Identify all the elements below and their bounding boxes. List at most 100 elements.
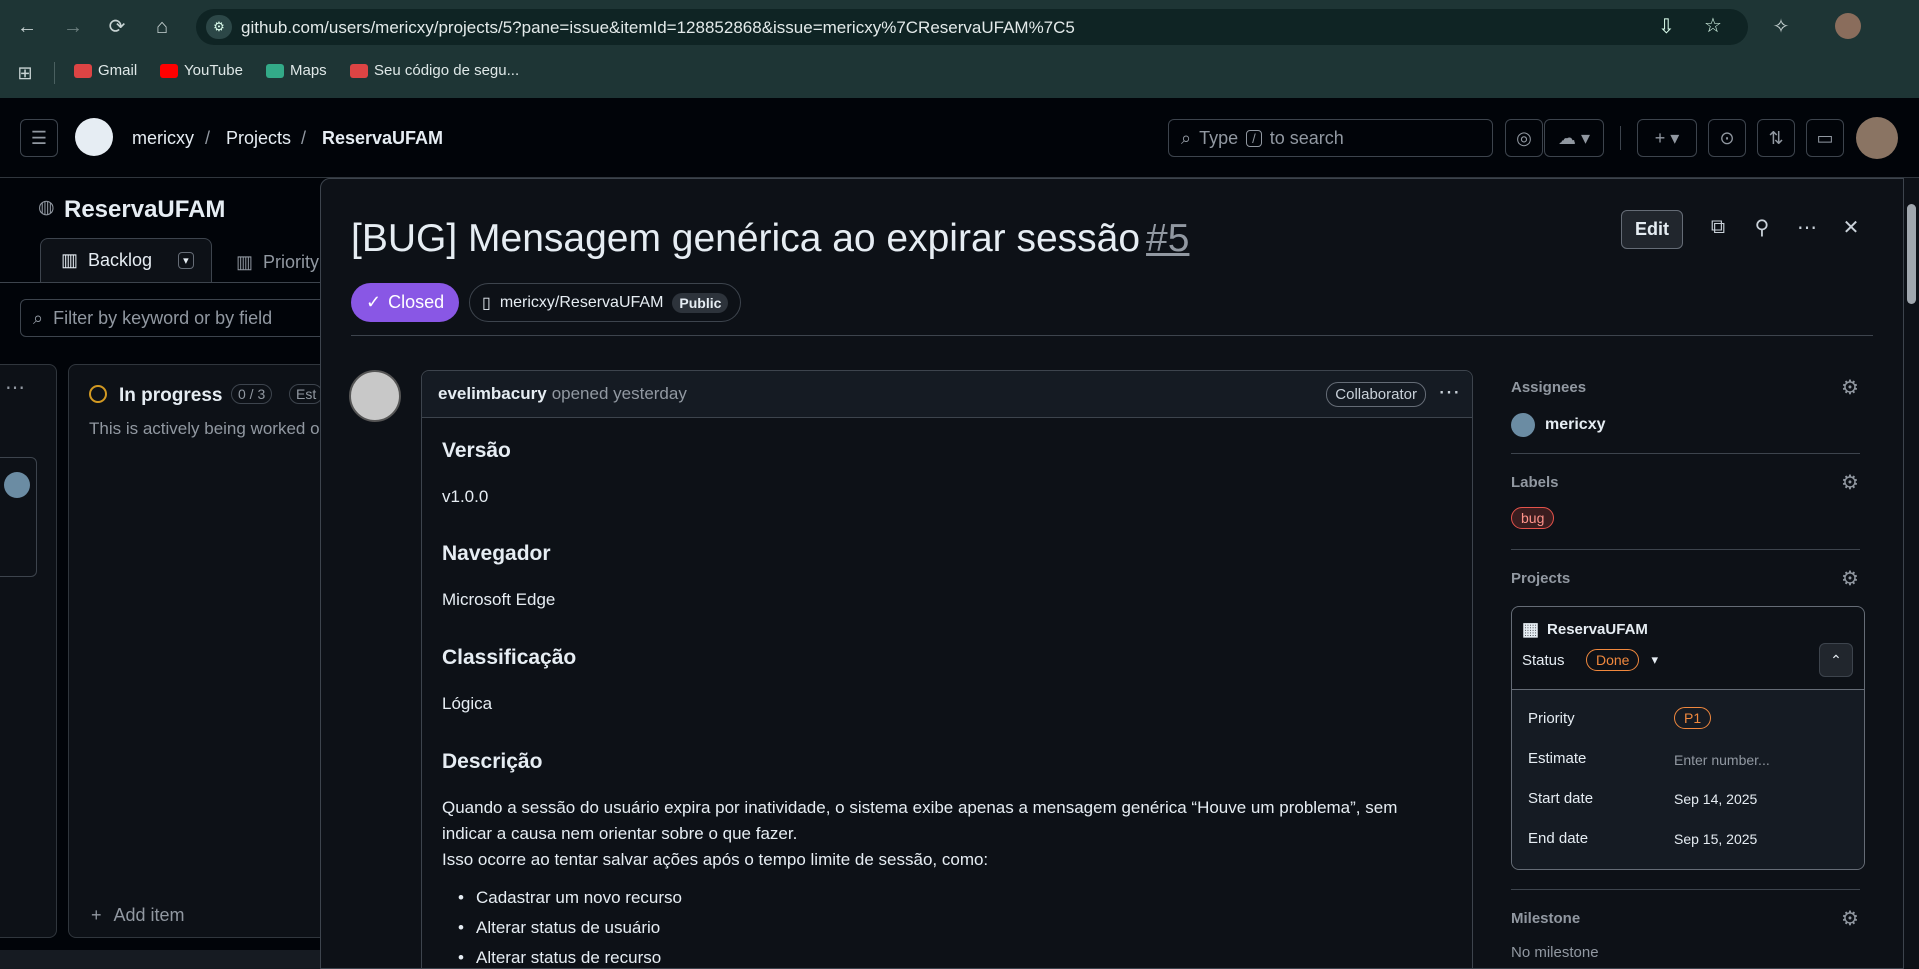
repo-link[interactable]: ▯ mericxy/ReservaUFAM Public: [469, 283, 742, 322]
field-label-start-date: Start date: [1528, 790, 1594, 807]
extensions-icon[interactable]: ✧: [1766, 12, 1796, 42]
role-badge: Collaborator: [1326, 382, 1426, 407]
menu-icon[interactable]: ☰: [20, 119, 58, 157]
author-avatar[interactable]: [349, 370, 401, 422]
pull-requests-icon[interactable]: ⇅: [1757, 119, 1795, 157]
copy-link-icon[interactable]: ⧉: [1701, 210, 1735, 244]
bookmark-security[interactable]: Seu código de segu...: [350, 62, 519, 79]
column-menu-icon[interactable]: ⋯: [5, 375, 25, 400]
column-description: This is actively being worked o: [89, 419, 320, 438]
breadcrumb-separator: /: [301, 128, 307, 148]
issue-number[interactable]: #5: [1146, 217, 1189, 260]
status-pill: Done: [1586, 649, 1640, 671]
gear-icon[interactable]: ⚙: [1839, 472, 1861, 494]
label-bug[interactable]: bug: [1511, 507, 1555, 529]
back-icon[interactable]: ←: [12, 12, 42, 42]
user-avatar[interactable]: [1856, 117, 1898, 159]
view-options-button[interactable]: ▾: [178, 252, 194, 269]
avatar: [1511, 413, 1535, 437]
profile-avatar[interactable]: [1835, 13, 1861, 39]
collapse-button[interactable]: ⌃: [1819, 643, 1853, 677]
apps-grid-icon[interactable]: ⊞: [10, 58, 40, 88]
tab-divider: [0, 282, 320, 283]
project-board: ◍ ReservaUFAM ▥ Backlog ▾ ▥ Priority ⌕ Fil…: [0, 178, 340, 969]
status-badge: ✓ Closed: [351, 283, 460, 322]
priority-value[interactable]: P1: [1674, 707, 1712, 729]
section-heading: Descrição: [442, 750, 543, 773]
more-options-icon[interactable]: ⋯: [1790, 210, 1824, 244]
status-dropdown[interactable]: Done ▾: [1586, 649, 1658, 671]
comment-menu-icon[interactable]: ⋯: [1438, 379, 1460, 405]
install-icon[interactable]: ⇩: [1658, 14, 1675, 39]
search-icon: ⌕: [1181, 127, 1192, 148]
column-count: 0 / 3: [231, 384, 273, 404]
bullet: •: [458, 918, 464, 937]
add-item-button[interactable]: + Add item: [91, 905, 185, 926]
section-heading: Versão: [442, 439, 511, 462]
scrollbar-thumb[interactable]: [1907, 204, 1916, 304]
issue-title: [BUG] Mensagem genérica ao expirar sessã…: [351, 217, 1190, 260]
breadcrumb-separator: /: [205, 128, 211, 148]
tab-backlog[interactable]: ▥ Backlog ▾: [40, 238, 212, 282]
filter-input[interactable]: ⌕ Filter by keyword or by field: [20, 299, 340, 337]
assignees-label: Assignees: [1511, 379, 1587, 396]
inbox-icon[interactable]: ▭: [1806, 119, 1844, 157]
estimate-input[interactable]: Enter number...: [1674, 752, 1770, 768]
issue-panel: [BUG] Mensagem genérica ao expirar sessã…: [320, 178, 1904, 969]
bookmark-divider: [54, 62, 55, 84]
comment-author[interactable]: evelimbacury: [438, 384, 547, 404]
assignee[interactable]: mericxy: [1511, 413, 1606, 437]
bookmark-maps[interactable]: Maps: [266, 62, 327, 79]
create-new-button[interactable]: + ▾: [1637, 119, 1697, 157]
close-icon[interactable]: ✕: [1834, 210, 1868, 244]
section-text: Microsoft Edge: [442, 590, 556, 609]
table-icon: ▦: [1522, 619, 1540, 639]
vertical-scrollbar[interactable]: [1904, 178, 1919, 969]
header-divider: [351, 335, 1873, 336]
project-link[interactable]: ▦ ReservaUFAM: [1522, 619, 1648, 640]
copilot-menu-button[interactable]: ☁ ▾: [1544, 119, 1604, 157]
milestone-value: No milestone: [1511, 944, 1599, 961]
comment-header: evelimbacury opened yesterday: [422, 371, 1472, 418]
projects-label: Projects: [1511, 570, 1571, 587]
end-date-value[interactable]: Sep 15, 2025: [1674, 831, 1757, 847]
home-icon[interactable]: ⌂: [147, 12, 177, 42]
star-icon[interactable]: ☆: [1704, 13, 1722, 38]
breadcrumb-owner[interactable]: mericxy: [132, 128, 194, 149]
site-info-icon[interactable]: ⚙: [206, 15, 232, 39]
issues-icon[interactable]: ⊙: [1708, 119, 1746, 157]
bookmark-youtube[interactable]: YouTube: [160, 62, 243, 79]
breadcrumb-project[interactable]: ReservaUFAM: [322, 128, 443, 149]
gear-icon[interactable]: ⚙: [1839, 568, 1861, 590]
chevron-down-icon: ▾: [1651, 652, 1658, 667]
start-date-value[interactable]: Sep 14, 2025: [1674, 791, 1757, 807]
sidebar-divider: [1511, 453, 1860, 454]
bullet: •: [458, 948, 464, 967]
pin-icon[interactable]: ⚲: [1745, 210, 1779, 244]
search-icon: ⌕: [33, 307, 44, 328]
edit-button[interactable]: Edit: [1621, 210, 1683, 249]
gear-icon[interactable]: ⚙: [1839, 908, 1861, 930]
plus-icon: +: [91, 905, 102, 925]
chevron-up-icon: ⌃: [1830, 652, 1842, 668]
tab-priority[interactable]: ▥ Priority: [236, 252, 319, 273]
reload-icon[interactable]: ⟳: [102, 12, 132, 42]
youtube-icon: [160, 63, 178, 78]
horizontal-scrollbar[interactable]: [0, 950, 320, 969]
section-heading: Navegador: [442, 542, 551, 565]
search-input[interactable]: ⌕ Type / to search: [1168, 119, 1493, 157]
github-logo-icon[interactable]: [75, 118, 113, 156]
gear-icon[interactable]: ⚙: [1839, 377, 1861, 399]
status-circle-icon: [89, 385, 107, 403]
url-text: github.com/users/mericxy/projects/5?pane…: [241, 18, 1075, 37]
board-card[interactable]: [0, 457, 37, 577]
breadcrumb-projects[interactable]: Projects: [226, 128, 291, 149]
comment-meta: opened yesterday: [551, 384, 687, 403]
bookmark-gmail[interactable]: Gmail: [74, 62, 137, 79]
address-bar[interactable]: ⚙ github.com/users/mericxy/projects/5?pa…: [196, 9, 1748, 45]
forward-icon[interactable]: →: [58, 12, 88, 42]
description-line: indicar a causa nem orientar sobre o que…: [442, 824, 798, 843]
description-line: Quando a sessão do usuário expira por in…: [442, 798, 1398, 817]
visibility-badge: Public: [672, 292, 729, 313]
copilot-icon[interactable]: ◎: [1505, 119, 1543, 157]
